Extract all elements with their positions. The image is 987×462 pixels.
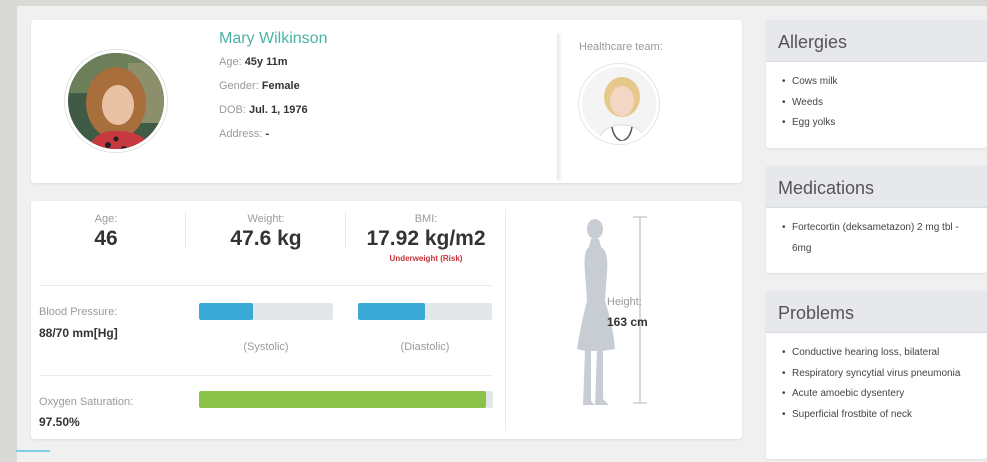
diastolic-caption: (Diastolic) (400, 341, 450, 353)
dashboard: Mary Wilkinson Age: 45y 11m Gender: Fema… (17, 6, 987, 462)
medications-list: Fortecortin (deksametazon) 2 mg tbl - 6m… (766, 208, 987, 259)
doctor-avatar[interactable] (579, 64, 659, 144)
problems-title: Problems (766, 291, 987, 333)
height-value: 163 cm (607, 315, 648, 329)
bmi-stat-label: BMI: (414, 213, 438, 225)
medications-title: Medications (766, 166, 987, 208)
patient-gender: Gender: Female (219, 80, 300, 92)
bmi-risk-badge: Underweight (Risk) (389, 254, 463, 263)
profile-divider (557, 34, 559, 180)
body-silhouette-icon (577, 216, 647, 405)
row-divider (39, 285, 493, 286)
oxygen-saturation-value: 97.50% (39, 415, 80, 429)
patient-dob: DOB: Jul. 1, 1976 (219, 104, 308, 116)
height-label: Height: (607, 296, 642, 308)
height-divider (505, 209, 506, 431)
problems-card: Problems Conductive hearing loss, bilate… (766, 291, 987, 459)
problems-item: Superficial frostbite of neck (780, 405, 973, 426)
oxygen-saturation-bar-fill (199, 391, 486, 408)
medications-item: Fortecortin (deksametazon) 2 mg tbl - 6m… (780, 218, 973, 259)
allergies-item: Egg yolks (780, 113, 973, 134)
blood-pressure-value: 88/70 mm[Hg] (39, 326, 118, 340)
diastolic-bar (358, 303, 492, 320)
oxygen-saturation-label: Oxygen Saturation: (39, 396, 134, 408)
patient-profile-card: Mary Wilkinson Age: 45y 11m Gender: Fema… (31, 20, 742, 183)
blood-pressure-label: Blood Pressure: (39, 306, 118, 318)
vitals-card: Age: 46 Weight: 47.6 kg BMI: 17.92 kg/m2… (31, 201, 742, 439)
systolic-caption: (Systolic) (243, 341, 289, 353)
diastolic-bar-fill (358, 303, 425, 320)
systolic-bar (199, 303, 333, 320)
allergies-item: Weeds (780, 93, 973, 114)
patient-age: Age: 45y 11m (219, 56, 288, 68)
allergies-list: Cows milkWeedsEgg yolks (766, 62, 987, 134)
allergies-item: Cows milk (780, 72, 973, 93)
patient-address: Address: - (219, 128, 270, 140)
medications-card: Medications Fortecortin (deksametazon) 2… (766, 166, 987, 273)
row-divider (39, 375, 493, 376)
systolic-bar-fill (199, 303, 253, 320)
allergies-card: Allergies Cows milkWeedsEgg yolks (766, 20, 987, 148)
age-stat-value: 46 (94, 227, 118, 250)
patient-avatar (65, 50, 167, 152)
weight-stat-value: 47.6 kg (230, 227, 302, 250)
problems-item: Acute amoebic dysentery (780, 384, 973, 405)
weight-stat-label: Weight: (247, 213, 285, 225)
tab-underline (16, 450, 50, 452)
age-stat-label: Age: (94, 213, 118, 225)
oxygen-saturation-bar (199, 391, 493, 408)
problems-list: Conductive hearing loss, bilateralRespir… (766, 333, 987, 425)
allergies-title: Allergies (766, 20, 987, 62)
problems-item: Conductive hearing loss, bilateral (780, 343, 973, 364)
bmi-stat-value: 17.92 kg/m2 (366, 227, 486, 250)
patient-name: Mary Wilkinson (219, 30, 328, 47)
healthcare-team-title: Healthcare team: (579, 41, 663, 53)
problems-item: Respiratory syncytial virus pneumonia (780, 364, 973, 385)
